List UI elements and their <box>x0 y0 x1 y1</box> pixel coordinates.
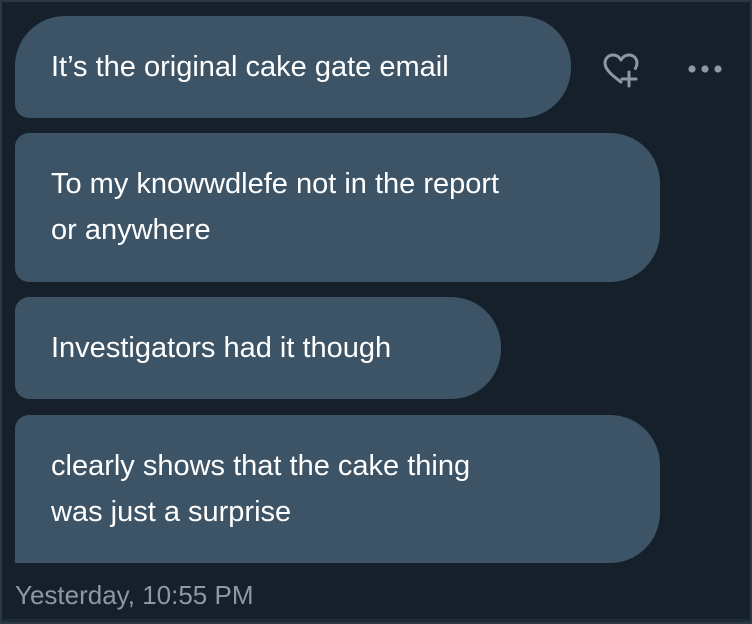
message-text: Investigators had it though <box>51 332 392 364</box>
message-text: It’s the original cake gate email <box>51 51 449 83</box>
message-bubble[interactable]: To my knowwdlefe not in the report or an… <box>15 133 660 282</box>
message-text-line: was just a surprise <box>51 496 292 528</box>
message-text-line: clearly shows that the cake thing <box>51 450 471 482</box>
more-horizontal-icon[interactable] <box>686 62 724 74</box>
heart-plus-icon[interactable] <box>601 50 641 90</box>
divider <box>2 619 750 622</box>
message-bubble[interactable]: It’s the original cake gate email <box>15 16 571 118</box>
dm-conversation: It’s the original cake gate email To my … <box>0 0 752 624</box>
message-timestamp: Yesterday, 10:55 PM <box>15 580 254 610</box>
message-text-line: or anywhere <box>51 214 211 246</box>
message-bubble[interactable]: Investigators had it though <box>15 297 501 399</box>
message-text-line: To my knowwdlefe not in the report <box>51 168 500 200</box>
message-bubble[interactable]: clearly shows that the cake thing was ju… <box>15 415 660 563</box>
